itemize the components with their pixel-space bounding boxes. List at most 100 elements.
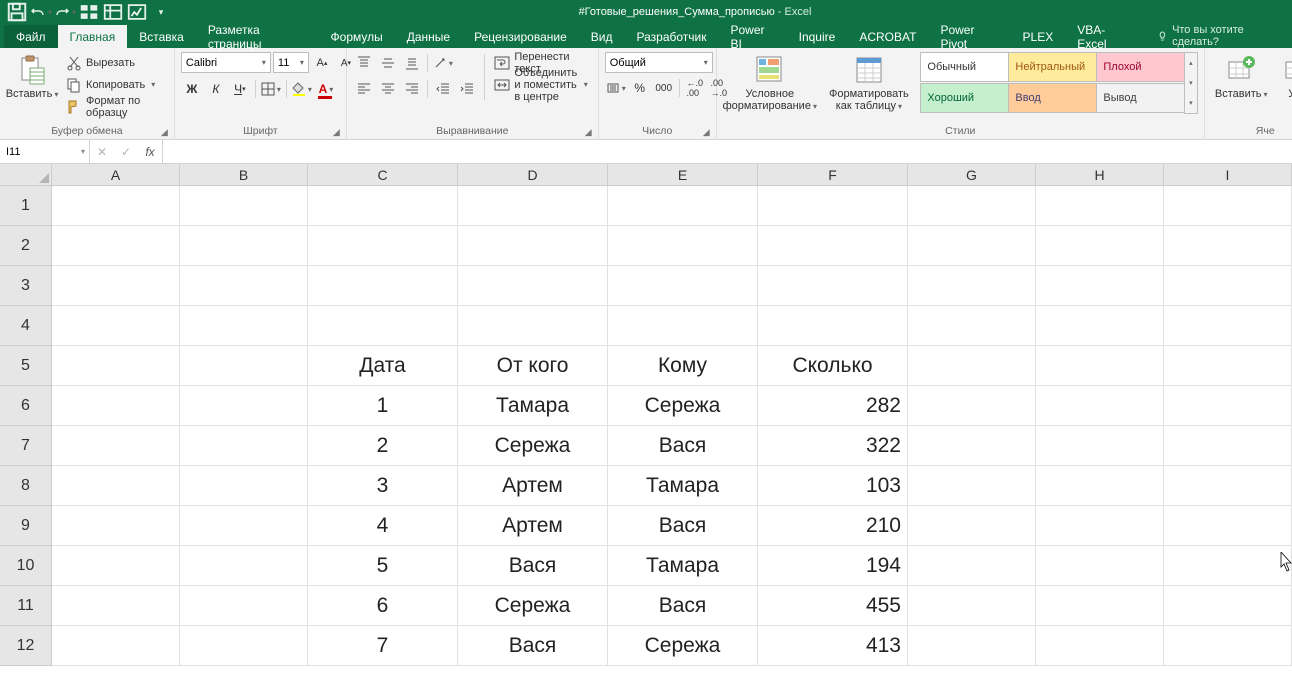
cell-F4[interactable] bbox=[758, 306, 908, 346]
cell-E2[interactable] bbox=[608, 226, 758, 266]
row-header-3[interactable]: 3 bbox=[0, 266, 52, 306]
bold-button[interactable]: Ж bbox=[181, 78, 203, 100]
styles-gallery-more[interactable]: ▴▾▾ bbox=[1184, 52, 1198, 114]
font-color-button[interactable]: А bbox=[315, 78, 337, 100]
cell-G10[interactable] bbox=[908, 546, 1036, 586]
cell-G1[interactable] bbox=[908, 186, 1036, 226]
formula-input[interactable] bbox=[163, 140, 1292, 163]
cell-H8[interactable] bbox=[1036, 466, 1164, 506]
cell-C2[interactable] bbox=[308, 226, 458, 266]
cell-B3[interactable] bbox=[180, 266, 308, 306]
cell-A7[interactable] bbox=[52, 426, 180, 466]
row-header-2[interactable]: 2 bbox=[0, 226, 52, 266]
align-top-icon[interactable] bbox=[353, 52, 375, 74]
italic-button[interactable]: К bbox=[205, 78, 227, 100]
cell-B4[interactable] bbox=[180, 306, 308, 346]
cell-G3[interactable] bbox=[908, 266, 1036, 306]
underline-button[interactable]: Ч▾ bbox=[229, 78, 251, 100]
style-neutral[interactable]: Нейтральный bbox=[1008, 52, 1097, 82]
cell-F9[interactable]: 210 bbox=[758, 506, 908, 546]
cell-I4[interactable] bbox=[1164, 306, 1292, 346]
cell-A4[interactable] bbox=[52, 306, 180, 346]
cell-C10[interactable]: 5 bbox=[308, 546, 458, 586]
cell-B12[interactable] bbox=[180, 626, 308, 666]
col-header-E[interactable]: E bbox=[608, 164, 758, 186]
cell-C12[interactable]: 7 bbox=[308, 626, 458, 666]
cell-A11[interactable] bbox=[52, 586, 180, 626]
cell-C8[interactable]: 3 bbox=[308, 466, 458, 506]
cell-D3[interactable] bbox=[458, 266, 608, 306]
cell-D5[interactable]: От кого bbox=[458, 346, 608, 386]
accounting-format-icon[interactable] bbox=[605, 77, 627, 99]
orientation-icon[interactable] bbox=[432, 52, 454, 74]
tab-formulas[interactable]: Формулы bbox=[319, 25, 395, 48]
cell-E1[interactable] bbox=[608, 186, 758, 226]
redo-icon[interactable] bbox=[54, 2, 76, 22]
cell-F8[interactable]: 103 bbox=[758, 466, 908, 506]
cell-D2[interactable] bbox=[458, 226, 608, 266]
style-input[interactable]: Ввод bbox=[1008, 83, 1097, 113]
row-header-9[interactable]: 9 bbox=[0, 506, 52, 546]
cell-F3[interactable] bbox=[758, 266, 908, 306]
row-header-5[interactable]: 5 bbox=[0, 346, 52, 386]
font-name-combo[interactable]: Calibri bbox=[181, 52, 271, 73]
col-header-A[interactable]: A bbox=[52, 164, 180, 186]
comma-format-icon[interactable]: 000 bbox=[653, 77, 675, 99]
fx-function-icon[interactable]: fx bbox=[138, 145, 162, 159]
cell-G4[interactable] bbox=[908, 306, 1036, 346]
cell-G2[interactable] bbox=[908, 226, 1036, 266]
align-center-icon[interactable] bbox=[377, 78, 399, 100]
clipboard-dialog-launcher[interactable]: ◢ bbox=[161, 127, 171, 137]
row-header-4[interactable]: 4 bbox=[0, 306, 52, 346]
fill-color-button[interactable] bbox=[291, 78, 313, 100]
tab-insert[interactable]: Вставка bbox=[127, 25, 196, 48]
cell-G5[interactable] bbox=[908, 346, 1036, 386]
cell-F2[interactable] bbox=[758, 226, 908, 266]
tab-pagelayout[interactable]: Разметка страницы bbox=[196, 25, 319, 48]
align-bottom-icon[interactable] bbox=[401, 52, 423, 74]
row-header-6[interactable]: 6 bbox=[0, 386, 52, 426]
cell-H6[interactable] bbox=[1036, 386, 1164, 426]
cell-I12[interactable] bbox=[1164, 626, 1292, 666]
conditional-format-button[interactable]: Условное форматирование bbox=[723, 52, 817, 114]
col-header-D[interactable]: D bbox=[458, 164, 608, 186]
cell-B2[interactable] bbox=[180, 226, 308, 266]
cell-E10[interactable]: Тамара bbox=[608, 546, 758, 586]
cell-H12[interactable] bbox=[1036, 626, 1164, 666]
decrease-indent-icon[interactable] bbox=[432, 78, 454, 100]
tab-vbaexcel[interactable]: VBA-Excel bbox=[1065, 25, 1141, 48]
save-icon[interactable] bbox=[6, 2, 28, 22]
cell-B11[interactable] bbox=[180, 586, 308, 626]
select-all-corner[interactable] bbox=[0, 164, 52, 186]
cell-A5[interactable] bbox=[52, 346, 180, 386]
cell-C6[interactable]: 1 bbox=[308, 386, 458, 426]
insert-cells-button[interactable]: Вставить bbox=[1211, 52, 1272, 102]
row-header-8[interactable]: 8 bbox=[0, 466, 52, 506]
name-box[interactable]: I11 bbox=[0, 140, 90, 163]
cell-E5[interactable]: Кому bbox=[608, 346, 758, 386]
style-normal[interactable]: Обычный bbox=[920, 52, 1009, 82]
cell-B6[interactable] bbox=[180, 386, 308, 426]
tab-data[interactable]: Данные bbox=[395, 25, 462, 48]
cell-D11[interactable]: Сережа bbox=[458, 586, 608, 626]
cell-H7[interactable] bbox=[1036, 426, 1164, 466]
tab-inquire[interactable]: Inquire bbox=[787, 25, 848, 48]
col-header-F[interactable]: F bbox=[758, 164, 908, 186]
cell-E3[interactable] bbox=[608, 266, 758, 306]
row-header-10[interactable]: 10 bbox=[0, 546, 52, 586]
tab-developer[interactable]: Разработчик bbox=[625, 25, 719, 48]
undo-icon[interactable] bbox=[30, 2, 52, 22]
cell-H10[interactable] bbox=[1036, 546, 1164, 586]
cell-E9[interactable]: Вася bbox=[608, 506, 758, 546]
qat-btn-2[interactable] bbox=[102, 2, 124, 22]
cell-G8[interactable] bbox=[908, 466, 1036, 506]
align-left-icon[interactable] bbox=[353, 78, 375, 100]
qat-btn-3[interactable] bbox=[126, 2, 148, 22]
row-header-11[interactable]: 11 bbox=[0, 586, 52, 626]
cell-G9[interactable] bbox=[908, 506, 1036, 546]
cell-D10[interactable]: Вася bbox=[458, 546, 608, 586]
row-header-12[interactable]: 12 bbox=[0, 626, 52, 666]
cell-I8[interactable] bbox=[1164, 466, 1292, 506]
cell-B9[interactable] bbox=[180, 506, 308, 546]
tab-powerbi[interactable]: Power BI bbox=[718, 25, 786, 48]
